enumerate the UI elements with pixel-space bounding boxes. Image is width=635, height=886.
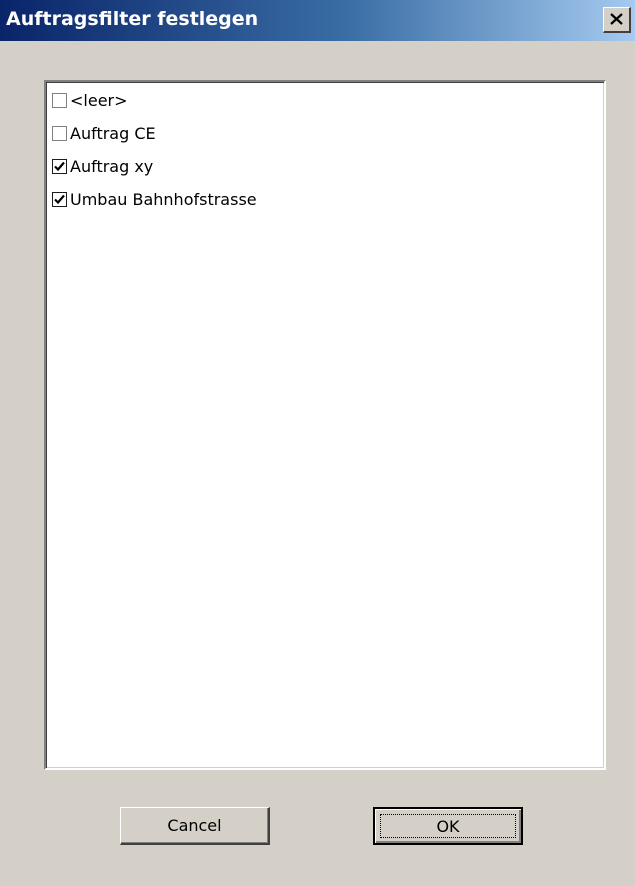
checkbox-auftrag-xy[interactable] xyxy=(52,158,67,174)
ok-button-label: OK xyxy=(436,816,460,836)
list-item-umbau-bahnhofstrasse[interactable]: Umbau Bahnhofstrasse xyxy=(52,188,257,210)
checkmark-icon xyxy=(54,194,65,204)
checkbox-auftrag-ce[interactable] xyxy=(52,125,67,141)
list-item-label: Auftrag CE xyxy=(70,123,156,143)
list-item-auftrag-ce[interactable]: Auftrag CE xyxy=(52,122,156,144)
checkbox-umbau-bahnhofstrasse[interactable] xyxy=(52,191,67,207)
filter-dialog: Auftragsfilter festlegen <leer> Auftrag … xyxy=(0,0,635,886)
list-item-label: <leer> xyxy=(70,90,128,110)
list-item-leer[interactable]: <leer> xyxy=(52,89,128,111)
cancel-button[interactable]: Cancel xyxy=(120,807,270,845)
checkmark-icon xyxy=(54,161,65,171)
close-icon xyxy=(610,13,623,25)
window-title: Auftragsfilter festlegen xyxy=(6,8,259,30)
order-filter-listbox[interactable]: <leer> Auftrag CE Auftrag xy Umbau Bahnh… xyxy=(44,80,606,770)
close-button[interactable] xyxy=(603,7,631,33)
checkbox-leer[interactable] xyxy=(52,92,67,108)
list-item-auftrag-xy[interactable]: Auftrag xy xyxy=(52,155,153,177)
list-item-label: Auftrag xy xyxy=(70,156,154,176)
ok-button[interactable]: OK xyxy=(373,807,523,845)
title-bar[interactable]: Auftragsfilter festlegen xyxy=(0,0,635,41)
list-item-label: Umbau Bahnhofstrasse xyxy=(70,189,257,209)
